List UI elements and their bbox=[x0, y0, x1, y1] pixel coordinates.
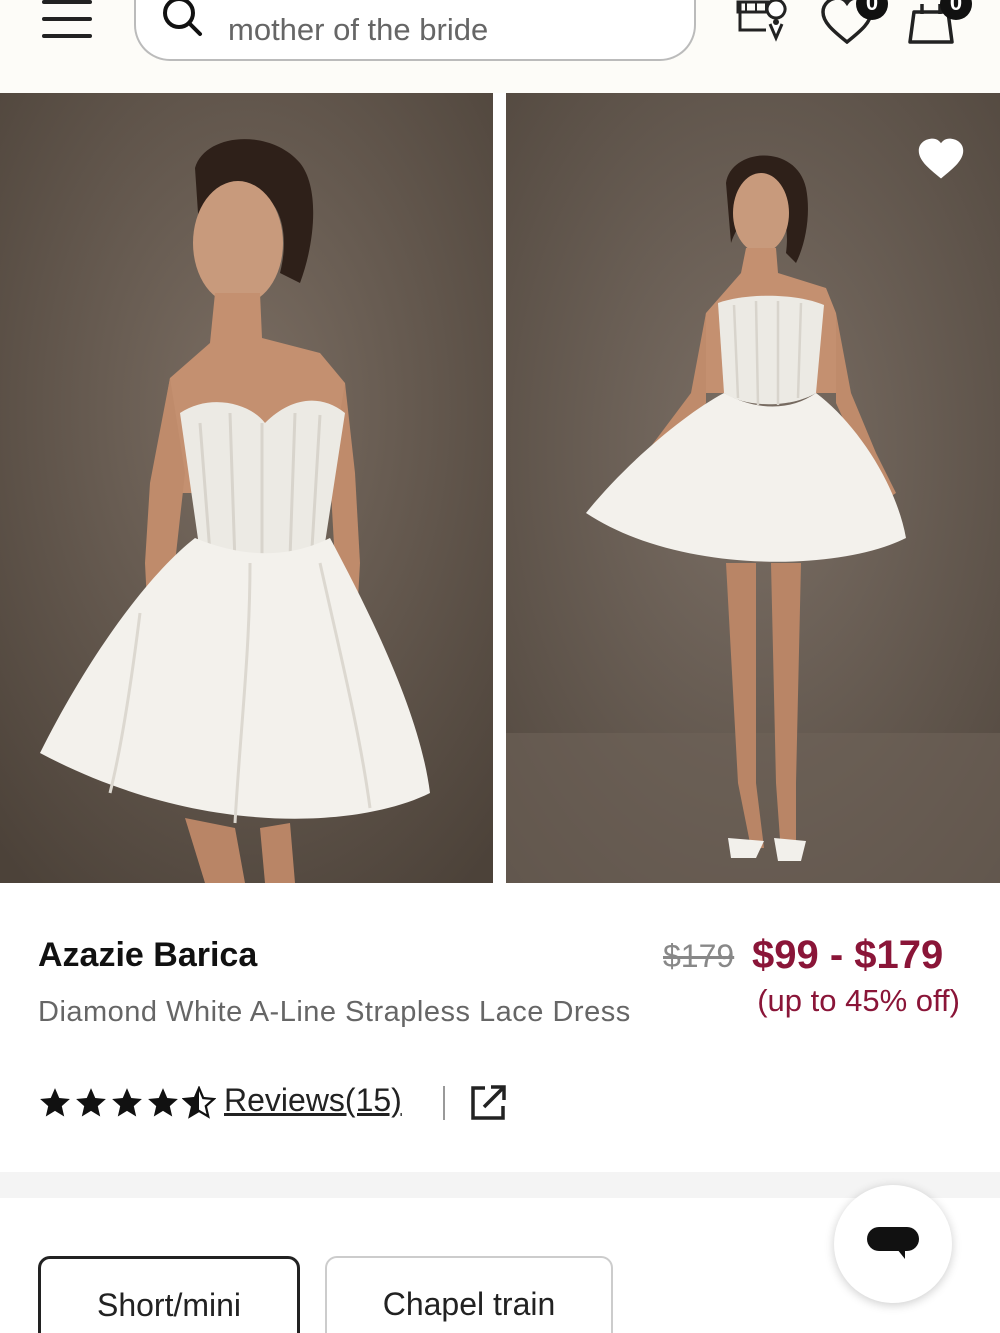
cart-button[interactable]: 0 bbox=[906, 0, 976, 48]
product-gallery bbox=[0, 93, 1000, 883]
discount-label: (up to 45% off) bbox=[757, 983, 960, 1018]
store-locator-icon[interactable] bbox=[736, 0, 792, 44]
photo-full[interactable] bbox=[506, 93, 1000, 883]
reviews-link[interactable]: Reviews(15) bbox=[224, 1082, 402, 1119]
heart-filled-icon[interactable] bbox=[916, 137, 966, 181]
section-divider bbox=[0, 1172, 1000, 1198]
star-half-icon bbox=[182, 1086, 216, 1119]
wishlist-button[interactable]: 0 bbox=[820, 0, 888, 48]
option-chip-short-mini[interactable]: Short/mini bbox=[38, 1256, 300, 1333]
option-chip-chapel-train[interactable]: Chapel train bbox=[325, 1256, 613, 1333]
chat-button[interactable] bbox=[834, 1185, 952, 1303]
search-bar[interactable] bbox=[134, 0, 696, 61]
rating-stars bbox=[38, 1086, 216, 1122]
original-price: $179 bbox=[663, 938, 735, 974]
photo-front[interactable] bbox=[0, 93, 493, 883]
product-brand: Azazie Barica bbox=[38, 936, 258, 974]
hamburger-menu-icon[interactable] bbox=[42, 0, 92, 40]
external-link-icon[interactable] bbox=[469, 1084, 507, 1122]
product-name: Diamond White A-Line Strapless Lace Dres… bbox=[38, 996, 631, 1028]
sale-price: $99 - $179 bbox=[752, 933, 944, 977]
divider bbox=[443, 1086, 445, 1120]
star-full-icon bbox=[148, 1088, 178, 1117]
chat-bubble-icon bbox=[867, 1227, 919, 1259]
search-input[interactable] bbox=[228, 10, 668, 50]
star-full-icon bbox=[76, 1088, 106, 1117]
star-full-icon bbox=[112, 1088, 142, 1117]
star-full-icon bbox=[40, 1088, 70, 1117]
header: 0 0 bbox=[0, 0, 1000, 93]
search-icon[interactable] bbox=[160, 0, 204, 38]
